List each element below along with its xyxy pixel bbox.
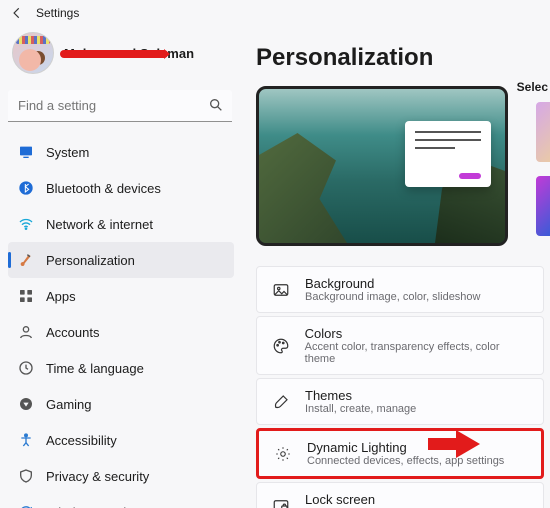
sidebar-item-network[interactable]: Network & internet (8, 206, 234, 242)
sidebar-item-personalization[interactable]: Personalization (8, 242, 234, 278)
redaction-mark (60, 50, 168, 58)
row-title: Themes (305, 388, 416, 403)
sidebar-item-label: Bluetooth & devices (46, 181, 161, 196)
sidebar-item-label: System (46, 145, 89, 160)
settings-list: BackgroundBackground image, color, slide… (256, 266, 550, 508)
sidebar-item-label: Gaming (46, 397, 92, 412)
sidebar-item-label: Accessibility (46, 433, 117, 448)
avatar (12, 32, 54, 74)
back-icon[interactable] (10, 6, 24, 20)
wifi-icon (18, 216, 34, 232)
sidebar-item-label: Privacy & security (46, 469, 149, 484)
sidebar: Mohammad Suleman System Bluetooth & devi… (0, 26, 238, 508)
titlebar: Settings (0, 0, 550, 26)
row-sub: Background image, color, slideshow (305, 291, 480, 303)
image-icon (271, 280, 291, 300)
account-icon (18, 324, 34, 340)
sidebar-item-label: Apps (46, 289, 76, 304)
brush-icon (271, 392, 291, 412)
annotation-arrow (428, 430, 480, 458)
sidebar-item-accounts[interactable]: Accounts (8, 314, 234, 350)
row-background[interactable]: BackgroundBackground image, color, slide… (256, 266, 544, 313)
row-title: Lock screen (305, 492, 492, 507)
theme-swatch[interactable] (536, 176, 550, 236)
sidebar-item-label: Time & language (46, 361, 144, 376)
theme-swatches (536, 102, 550, 236)
system-icon (18, 144, 34, 160)
search-input[interactable] (8, 90, 232, 122)
sidebar-item-gaming[interactable]: Gaming (8, 386, 234, 422)
accessibility-icon (18, 432, 34, 448)
sidebar-item-accessibility[interactable]: Accessibility (8, 422, 234, 458)
bluetooth-icon (18, 180, 34, 196)
row-colors[interactable]: ColorsAccent color, transparency effects… (256, 316, 544, 375)
update-icon (18, 504, 34, 508)
row-dynamic-lighting[interactable]: Dynamic LightingConnected devices, effec… (256, 428, 544, 479)
row-themes[interactable]: ThemesInstall, create, manage (256, 378, 544, 425)
shield-icon (18, 468, 34, 484)
sidebar-nav: System Bluetooth & devices Network & int… (8, 134, 234, 508)
desktop-preview (256, 86, 508, 246)
sidebar-item-privacy[interactable]: Privacy & security (8, 458, 234, 494)
row-title: Colors (305, 326, 529, 341)
sidebar-item-update[interactable]: Windows Update (8, 494, 234, 508)
sidebar-item-label: Network & internet (46, 217, 153, 232)
row-title: Background (305, 276, 480, 291)
row-lock-screen[interactable]: Lock screenLock screen images, apps, ani… (256, 482, 544, 508)
sidebar-item-label: Windows Update (46, 505, 144, 508)
gaming-icon (18, 396, 34, 412)
page-title: Personalization (256, 44, 550, 72)
sidebar-item-system[interactable]: System (8, 134, 234, 170)
sidebar-item-bluetooth[interactable]: Bluetooth & devices (8, 170, 234, 206)
app-title: Settings (36, 6, 79, 20)
select-heading: Selec (517, 80, 548, 94)
sidebar-item-label: Personalization (46, 253, 135, 268)
search-field[interactable] (8, 90, 232, 122)
row-sub: Accent color, transparency effects, colo… (305, 341, 529, 365)
palette-icon (271, 336, 291, 356)
preview-window (405, 121, 491, 187)
sidebar-item-time[interactable]: Time & language (8, 350, 234, 386)
profile-block[interactable]: Mohammad Suleman (8, 26, 234, 82)
paintbrush-icon (18, 252, 34, 268)
content-area: Personalization Selec BackgroundB (238, 26, 550, 508)
sidebar-item-apps[interactable]: Apps (8, 278, 234, 314)
lock-screen-icon (271, 496, 291, 508)
light-icon (273, 444, 293, 464)
apps-icon (18, 288, 34, 304)
theme-swatch[interactable] (536, 102, 550, 162)
sidebar-item-label: Accounts (46, 325, 99, 340)
row-sub: Install, create, manage (305, 403, 416, 415)
search-icon (208, 97, 224, 118)
clock-globe-icon (18, 360, 34, 376)
